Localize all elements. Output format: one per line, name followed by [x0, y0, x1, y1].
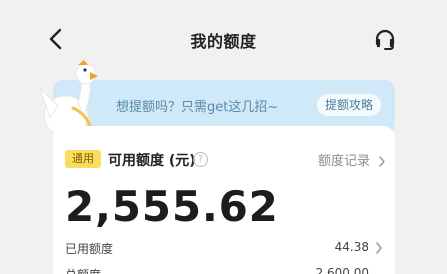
- credit-card: 通用 可用额度 (元) ? 额度记录 2,555.62 已用额度 44.38 总…: [53, 126, 395, 274]
- credit-history-link[interactable]: 额度记录: [318, 150, 386, 169]
- total-credit-label: 总额度: [65, 266, 101, 274]
- general-badge: 通用: [65, 150, 101, 168]
- total-credit-value: 2,600.00: [315, 266, 369, 274]
- headset-icon: [375, 29, 395, 50]
- customer-service-button[interactable]: [370, 26, 400, 54]
- used-credit-label: 已用额度: [65, 242, 114, 256]
- promo-text: 想提额吗？只需get这几招~: [116, 100, 279, 115]
- credit-history-label: 额度记录: [318, 154, 371, 169]
- raise-limit-guide-button[interactable]: 提额攻略: [317, 94, 381, 116]
- available-credit-amount: 2,555.62: [65, 182, 279, 231]
- info-icon[interactable]: ?: [193, 152, 208, 167]
- chevron-right-icon: [376, 242, 382, 254]
- used-credit-row[interactable]: 已用额度 44.38: [65, 240, 383, 260]
- page: 我的额度 想提额吗？只需get这几招~ 提额攻略 通用 可用额度 (元) ? 额…: [0, 0, 447, 274]
- used-credit-value: 44.38: [334, 240, 369, 254]
- available-credit-label: 可用额度 (元): [108, 153, 196, 169]
- chevron-right-icon: [379, 156, 385, 167]
- total-credit-row: 总额度 2,600.00: [65, 266, 383, 274]
